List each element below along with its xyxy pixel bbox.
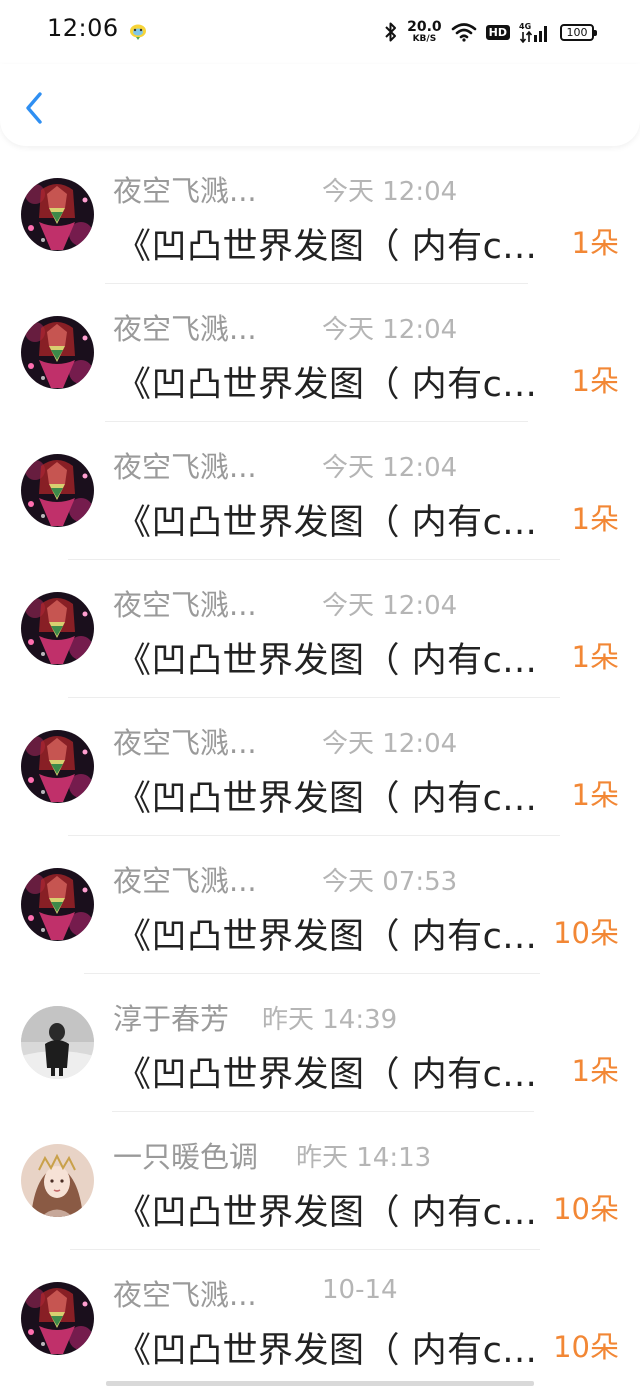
message-time: 今天 12:04 <box>322 315 458 345</box>
bluetooth-icon <box>385 22 397 42</box>
avatar[interactable] <box>21 1006 94 1079</box>
status-bar: 12:06 20.0 KB/S HD 4G 100 <box>0 0 640 64</box>
message-time: 今天 12:04 <box>322 453 458 483</box>
flower-count: 1朵 <box>571 1054 619 1088</box>
message-time: 今天 12:04 <box>322 177 458 207</box>
flower-count: 1朵 <box>571 226 619 260</box>
message-row[interactable]: 夜空飞溅... 今天 12:04 《凹凸世界发图（ 内有c... 1朵 <box>0 284 640 422</box>
wifi-icon <box>451 23 476 42</box>
back-button[interactable] <box>18 88 52 128</box>
message-time: 今天 07:53 <box>322 867 458 897</box>
message-time: 今天 12:04 <box>322 591 458 621</box>
chevron-left-icon <box>26 92 42 124</box>
flower-count: 1朵 <box>571 502 619 536</box>
sender-name: 淳于春芳 <box>113 1002 230 1036</box>
message-preview: 《凹凸世界发图（ 内有c... <box>116 1331 538 1371</box>
sender-name: 夜空飞溅... <box>113 588 257 622</box>
message-preview: 《凹凸世界发图（ 内有c... <box>116 1055 538 1095</box>
message-row[interactable]: 夜空飞溅... 今天 12:04 《凹凸世界发图（ 内有c... 1朵 <box>0 146 640 284</box>
app-notification-icon <box>128 22 148 40</box>
status-time: 12:06 <box>47 14 119 42</box>
sender-name: 夜空飞溅... <box>113 174 257 208</box>
message-row[interactable]: 淳于春芳 昨天 14:39 《凹凸世界发图（ 内有c... 1朵 <box>0 974 640 1112</box>
avatar[interactable] <box>21 730 94 803</box>
avatar[interactable] <box>21 178 94 251</box>
status-icons: 20.0 KB/S HD 4G 100 <box>384 16 597 48</box>
message-time: 10-14 <box>322 1275 398 1305</box>
avatar[interactable] <box>21 454 94 527</box>
svg-text:4G: 4G <box>519 22 531 31</box>
avatar[interactable] <box>21 868 94 941</box>
sender-name: 一只暖色调 <box>113 1140 259 1174</box>
flower-count: 1朵 <box>571 640 619 674</box>
message-time: 今天 12:04 <box>322 729 458 759</box>
message-preview: 《凹凸世界发图（ 内有c... <box>116 365 538 405</box>
message-time: 昨天 14:39 <box>262 1005 398 1035</box>
message-row[interactable]: 夜空飞溅... 今天 12:04 《凹凸世界发图（ 内有c... 1朵 <box>0 698 640 836</box>
message-preview: 《凹凸世界发图（ 内有c... <box>116 227 538 267</box>
message-list[interactable]: 夜空飞溅... 今天 12:04 《凹凸世界发图（ 内有c... 1朵 夜空飞溅... 今… <box>0 146 640 1387</box>
sender-name: 夜空飞溅... <box>113 864 257 898</box>
signal-icon: 4G <box>519 22 547 43</box>
hd-badge: HD <box>485 24 510 40</box>
sender-name: 夜空飞溅... <box>113 450 257 484</box>
message-row[interactable]: 夜空飞溅... 今天 12:04 《凹凸世界发图（ 内有c... 1朵 <box>0 560 640 698</box>
flower-count: 1朵 <box>571 364 619 398</box>
avatar[interactable] <box>21 1144 94 1217</box>
message-preview: 《凹凸世界发图（ 内有c... <box>116 1193 538 1233</box>
message-time: 昨天 14:13 <box>296 1143 432 1173</box>
nav-bar <box>0 64 640 146</box>
flower-count: 1朵 <box>571 778 619 812</box>
sender-name: 夜空飞溅... <box>113 1278 257 1312</box>
battery-icon: 100 <box>560 23 597 41</box>
avatar[interactable] <box>21 592 94 665</box>
message-row[interactable]: 夜空飞溅... 今天 12:04 《凹凸世界发图（ 内有c... 1朵 <box>0 422 640 560</box>
flower-count: 10朵 <box>553 1192 619 1226</box>
message-row[interactable]: 夜空飞溅... 10-14 《凹凸世界发图（ 内有c... 10朵 <box>0 1250 640 1388</box>
flower-count: 10朵 <box>553 916 619 950</box>
sender-name: 夜空飞溅... <box>113 726 257 760</box>
avatar[interactable] <box>21 316 94 389</box>
avatar[interactable] <box>21 1282 94 1355</box>
flower-count: 10朵 <box>553 1330 619 1364</box>
message-preview: 《凹凸世界发图（ 内有c... <box>116 779 538 819</box>
message-preview: 《凹凸世界发图（ 内有c... <box>116 641 538 681</box>
message-preview: 《凹凸世界发图（ 内有c... <box>116 917 538 957</box>
home-indicator <box>106 1381 534 1386</box>
message-row[interactable]: 一只暖色调 昨天 14:13 《凹凸世界发图（ 内有c... 10朵 <box>0 1112 640 1250</box>
message-preview: 《凹凸世界发图（ 内有c... <box>116 503 538 543</box>
network-speed-value: 20.0 <box>407 19 442 35</box>
sender-name: 夜空飞溅... <box>113 312 257 346</box>
network-speed-unit: KB/S <box>412 34 437 44</box>
message-row[interactable]: 夜空飞溅... 今天 07:53 《凹凸世界发图（ 内有c... 10朵 <box>0 836 640 974</box>
network-speed: 20.0 KB/S <box>407 20 442 44</box>
